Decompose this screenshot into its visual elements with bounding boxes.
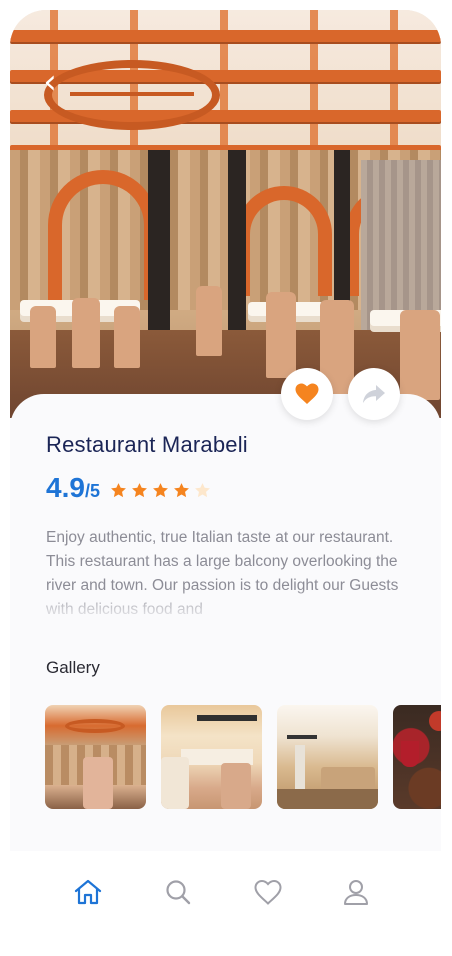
star-icon bbox=[132, 483, 147, 498]
share-icon bbox=[363, 385, 385, 403]
rating-scale: /5 bbox=[84, 481, 100, 501]
user-icon bbox=[344, 880, 368, 905]
heart-icon bbox=[254, 879, 282, 905]
search-icon bbox=[166, 880, 191, 905]
nav-favorites[interactable] bbox=[251, 875, 285, 909]
star-icon bbox=[174, 483, 189, 498]
nav-profile[interactable] bbox=[339, 875, 373, 909]
home-icon bbox=[74, 879, 102, 905]
share-button[interactable] bbox=[348, 368, 400, 420]
description-fade bbox=[40, 588, 420, 622]
rating-value: 4.9 bbox=[46, 472, 85, 503]
chevron-left-icon[interactable]: ‹ bbox=[36, 62, 64, 102]
star-icon bbox=[153, 483, 168, 498]
gallery-thumb-4[interactable] bbox=[393, 705, 441, 809]
restaurant-detail-card: ‹ Restaurant Marabeli 4.9 /5 Enjoy authe… bbox=[10, 10, 441, 851]
nav-search[interactable] bbox=[161, 875, 195, 909]
hero-photo: ‹ bbox=[10, 10, 441, 418]
nav-home[interactable] bbox=[71, 875, 105, 909]
bottom-nav bbox=[0, 851, 452, 956]
star-rating bbox=[110, 482, 211, 499]
star-icon bbox=[195, 483, 210, 498]
gallery-thumb-2[interactable] bbox=[161, 705, 262, 809]
favorite-button[interactable] bbox=[281, 368, 333, 420]
heart-icon bbox=[295, 383, 319, 404]
star-icon bbox=[111, 483, 126, 498]
gallery-title: Gallery bbox=[46, 658, 100, 677]
gallery-thumb-1[interactable] bbox=[45, 705, 146, 809]
gallery-thumb-3[interactable] bbox=[277, 705, 378, 809]
restaurant-name: Restaurant Marabeli bbox=[46, 432, 248, 457]
rating-row: 4.9 /5 bbox=[46, 472, 211, 504]
